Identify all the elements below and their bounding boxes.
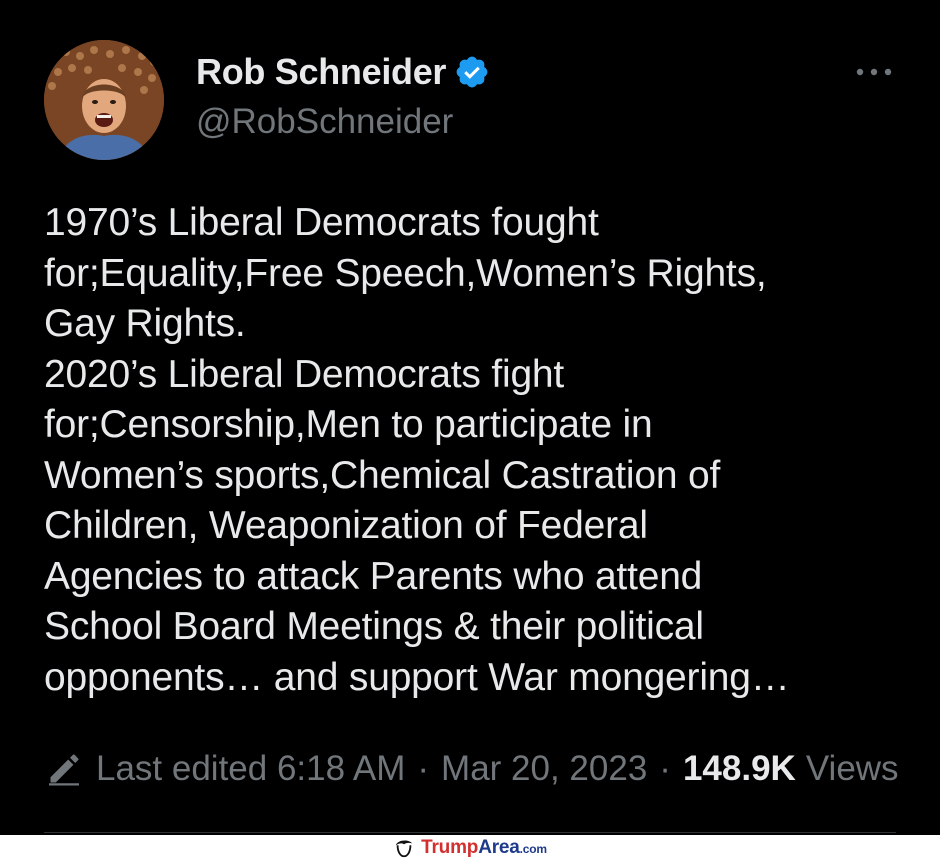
author-display-name[interactable]: Rob Schneider xyxy=(196,51,446,93)
watermark-brand-trump: Trump xyxy=(421,837,479,858)
meta-separator: · xyxy=(659,749,671,788)
views-count: 148.9K xyxy=(682,749,796,788)
verified-badge-icon[interactable] xyxy=(454,54,490,90)
watermark-brand: TrumpArea.com xyxy=(421,837,547,859)
edited-timestamp[interactable]: Last edited 6:18 AM xyxy=(96,749,405,789)
avatar[interactable] xyxy=(44,40,164,160)
views-label: Views xyxy=(805,749,899,788)
tweet-card: Rob Schneider @RobSchneider 1970’s Liber… xyxy=(0,0,940,835)
divider xyxy=(44,832,896,833)
tweet-date[interactable]: Mar 20, 2023 xyxy=(441,749,647,789)
meta-separator: · xyxy=(417,749,430,788)
more-options-icon[interactable] xyxy=(854,62,894,82)
trump-hair-logo-icon xyxy=(395,840,413,858)
watermark-brand-tld: .com xyxy=(519,842,547,856)
author-handle[interactable]: @RobSchneider xyxy=(196,102,453,142)
tweet-text: 1970’s Liberal Democrats fought for;Equa… xyxy=(44,201,790,699)
tweet-meta-row: Last edited 6:18 AM · Mar 20, 2023 · 148… xyxy=(46,744,899,794)
avatar-image xyxy=(44,40,164,160)
watermark-bar: TrumpArea.com xyxy=(0,835,940,861)
watermark-brand-area: Area xyxy=(478,837,520,858)
author-name-row: Rob Schneider xyxy=(196,50,490,94)
pencil-edit-icon[interactable] xyxy=(46,751,82,787)
